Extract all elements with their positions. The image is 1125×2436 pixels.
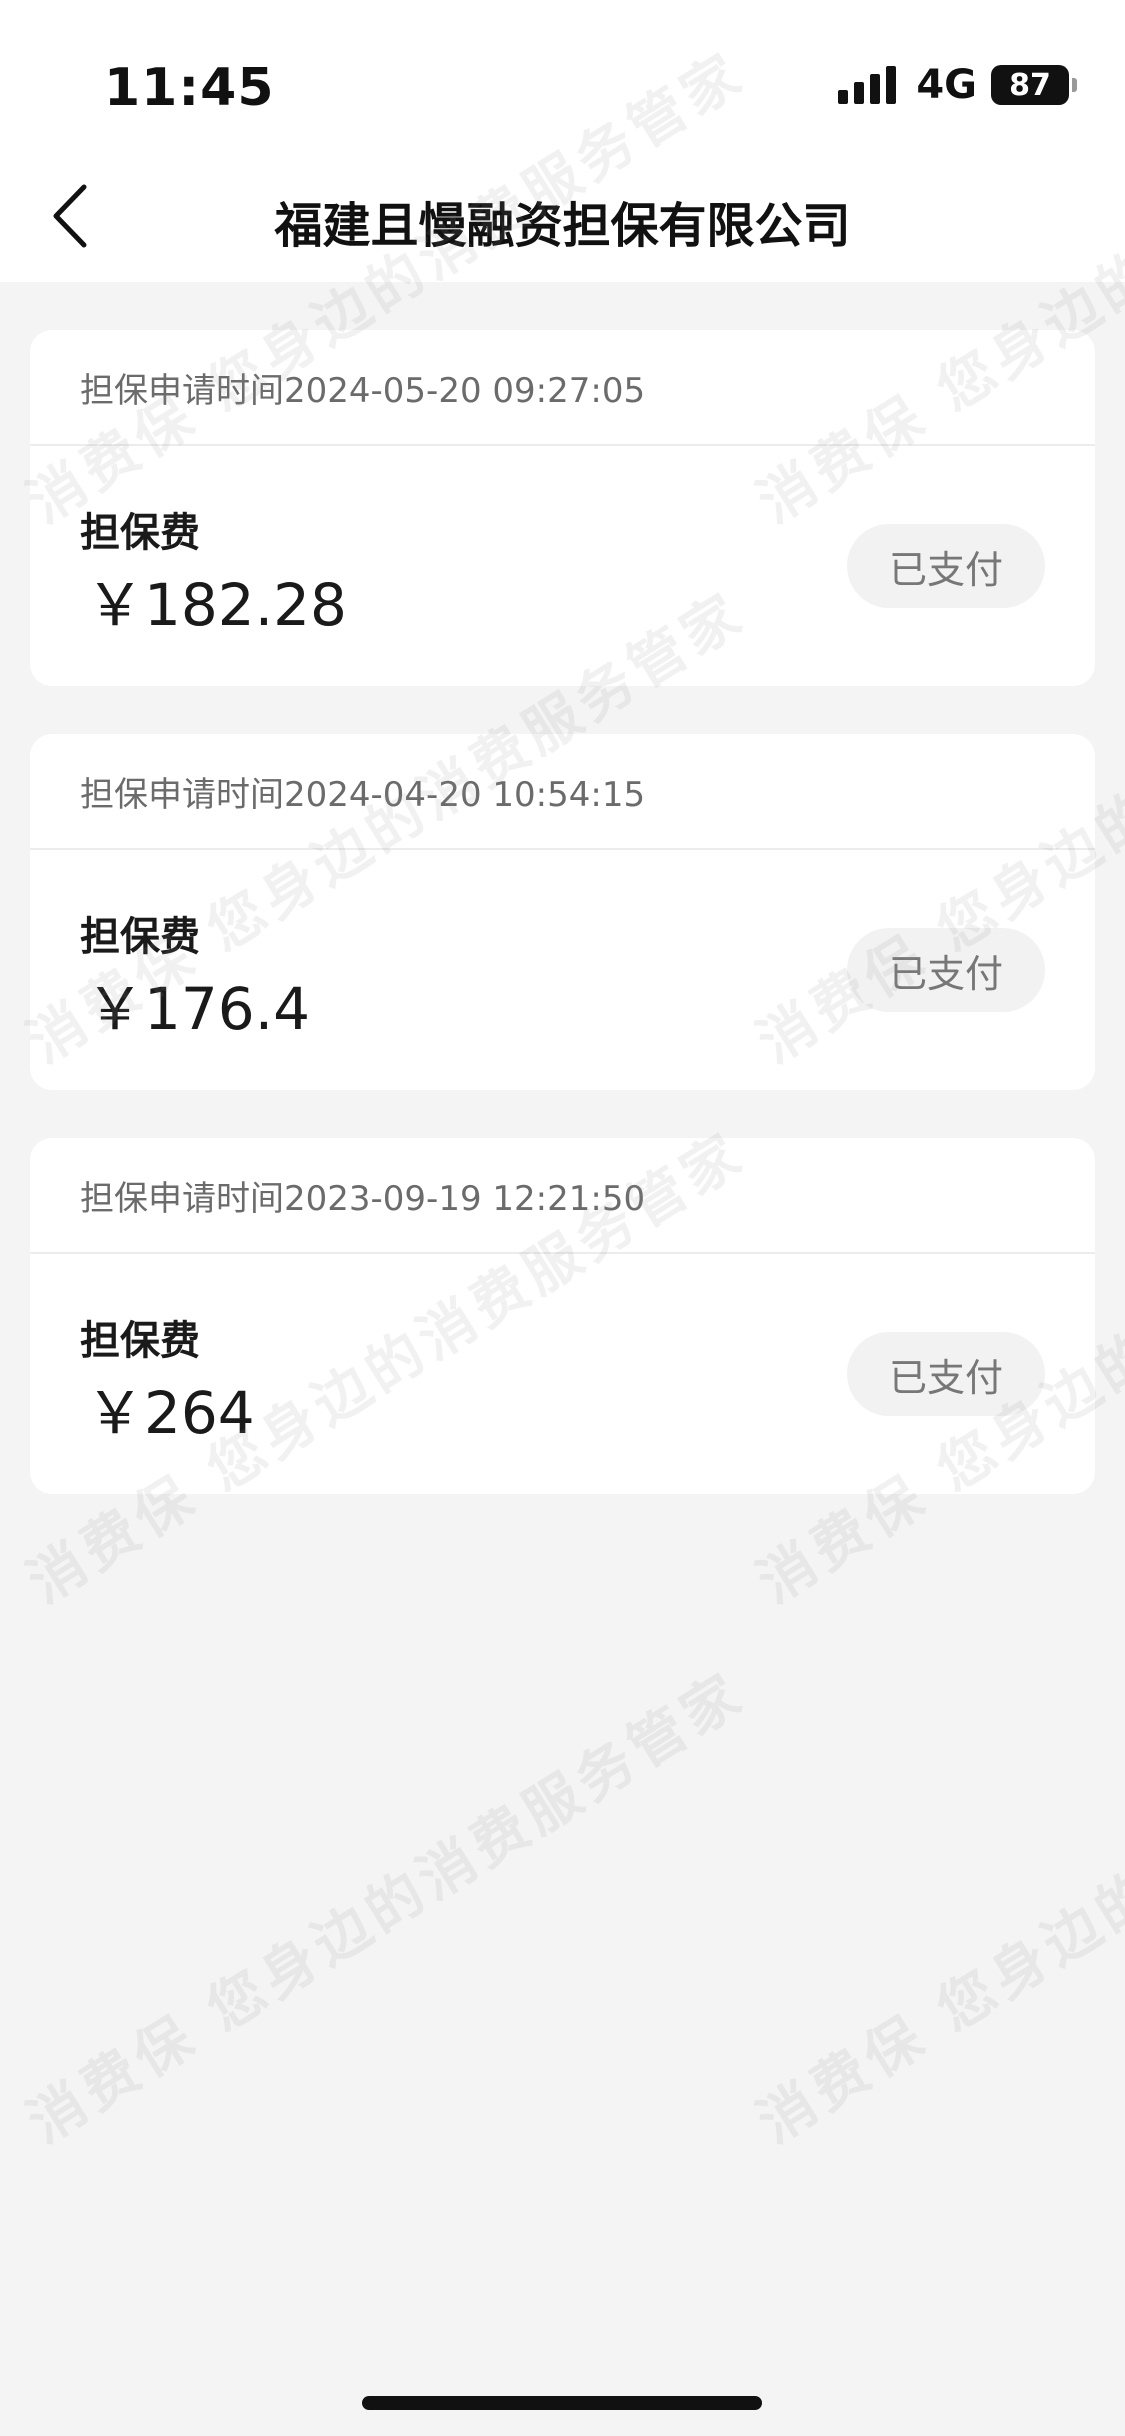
record-list: 担保申请时间2024-05-20 09:27:05 担保费 ￥182.28 已支… <box>30 330 1095 1542</box>
fee-amount: ￥176.4 <box>86 975 311 1043</box>
status-badge: 已支付 <box>847 928 1045 1012</box>
record-header: 担保申请时间2024-05-20 09:27:05 <box>30 330 1095 446</box>
screen: 11:45 4G 87 福建且慢融资担保有限公司 担保申请时间2024-05-2… <box>0 0 1125 2436</box>
fee-label: 担保费 <box>80 914 200 960</box>
battery-icon: 87 <box>991 65 1077 105</box>
record-card[interactable]: 担保申请时间2023-09-19 12:21:50 担保费 ￥264 已支付 <box>30 1138 1095 1494</box>
page-title: 福建且慢融资担保有限公司 <box>274 198 851 254</box>
record-card[interactable]: 担保申请时间2024-05-20 09:27:05 担保费 ￥182.28 已支… <box>30 330 1095 686</box>
signal-bars-icon <box>838 66 897 104</box>
watermark-text: 消费保 您身边的消费服务管家 <box>746 1660 1125 2157</box>
fee-amount: ￥182.28 <box>86 571 347 639</box>
status-indicators: 4G 87 <box>838 62 1077 108</box>
record-card[interactable]: 担保申请时间2024-04-20 10:54:15 担保费 ￥176.4 已支付 <box>30 734 1095 1090</box>
fee-amount: ￥264 <box>86 1379 255 1447</box>
fee-label: 担保费 <box>80 510 200 556</box>
watermark-text: 消费保 您身边的消费服务管家 <box>16 1660 757 2157</box>
status-time: 11:45 <box>104 58 275 118</box>
record-body: 担保费 ￥182.28 已支付 <box>30 446 1095 686</box>
home-indicator[interactable] <box>362 2396 762 2410</box>
battery-level: 87 <box>1009 67 1051 103</box>
record-body: 担保费 ￥176.4 已支付 <box>30 850 1095 1090</box>
record-header: 担保申请时间2024-04-20 10:54:15 <box>30 734 1095 850</box>
record-body: 担保费 ￥264 已支付 <box>30 1254 1095 1494</box>
record-header: 担保申请时间2023-09-19 12:21:50 <box>30 1138 1095 1254</box>
nav-bar: 福建且慢融资担保有限公司 <box>0 150 1125 282</box>
status-badge: 已支付 <box>847 524 1045 608</box>
status-bar: 11:45 4G 87 <box>0 0 1125 150</box>
fee-label: 担保费 <box>80 1318 200 1364</box>
network-type: 4G <box>916 62 977 108</box>
status-badge: 已支付 <box>847 1332 1045 1416</box>
